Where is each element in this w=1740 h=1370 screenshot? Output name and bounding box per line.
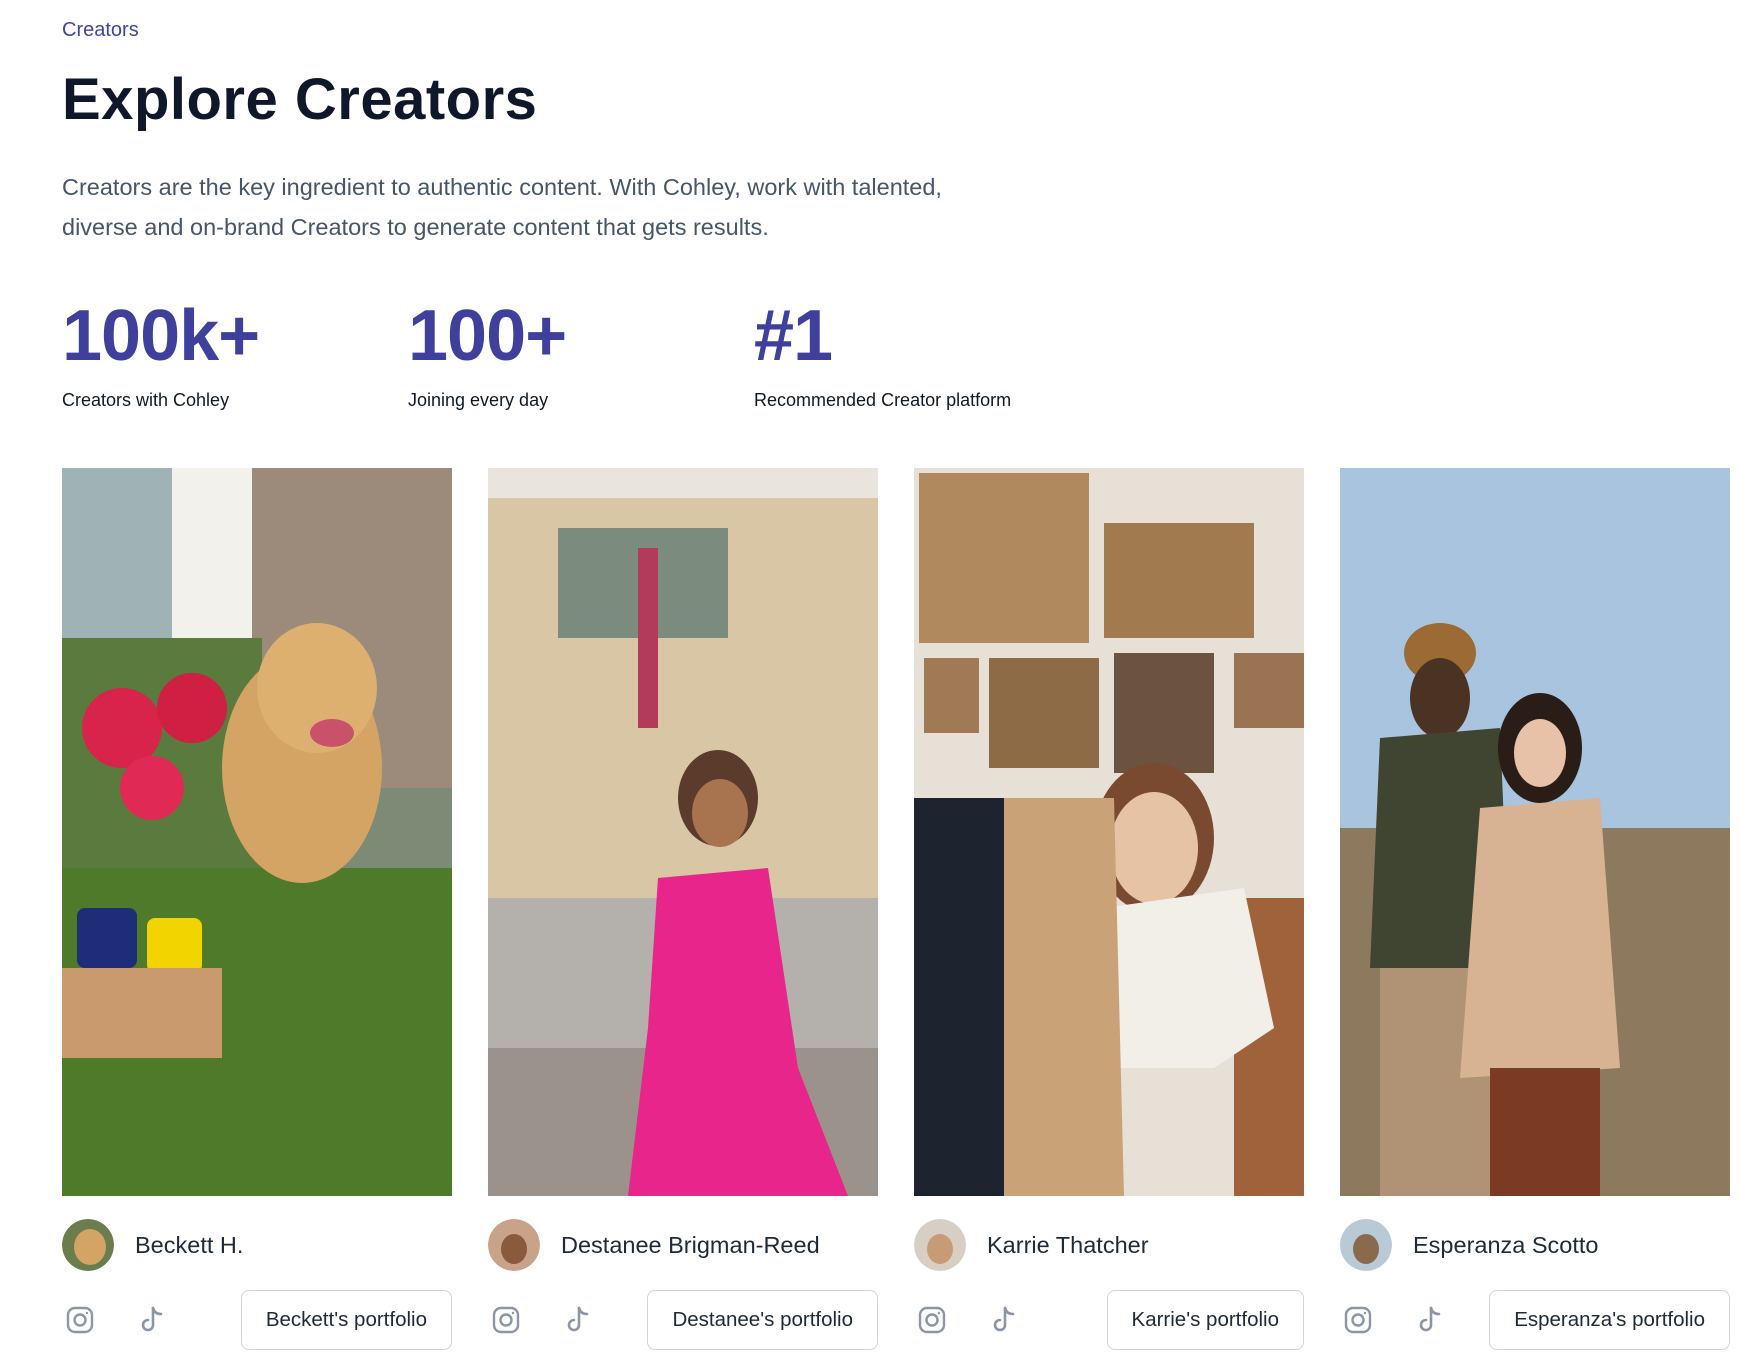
portfolio-button[interactable]: Esperanza's portfolio (1489, 1290, 1730, 1350)
portfolio-button[interactable]: Beckett's portfolio (240, 1290, 452, 1350)
breadcrumb-creators[interactable]: Creators (62, 19, 139, 42)
creator-actions: Destanee's portfolio (488, 1290, 878, 1350)
stat-value: 100+ (408, 296, 567, 376)
couple-field-photo[interactable] (1340, 468, 1730, 1196)
avatar[interactable] (488, 1219, 540, 1271)
instagram-icon[interactable] (914, 1302, 950, 1338)
woman-amazon-box-photo[interactable] (914, 468, 1304, 1196)
stats-row: 100k+ Creators with Cohley 100+ Joining … (62, 296, 1162, 416)
creator-card: Destanee Brigman-Reed Destanee's portfol… (488, 468, 878, 1350)
avatar[interactable] (914, 1219, 966, 1271)
creator-info: Beckett H. (62, 1218, 482, 1272)
creator-actions: Karrie's portfolio (914, 1290, 1304, 1350)
instagram-icon[interactable] (1340, 1302, 1376, 1338)
page-description: Creators are the key ingredient to authe… (62, 167, 1072, 247)
description-line-1: Creators are the key ingredient to authe… (62, 174, 942, 200)
stat-label: Creators with Cohley (62, 390, 230, 410)
woman-pink-jumpsuit-photo[interactable] (488, 468, 878, 1196)
creator-name: Destanee Brigman-Reed (561, 1231, 820, 1258)
creator-cards: Beckett H. Beckett's portfolio Destanee … (62, 468, 1732, 1350)
tiktok-icon[interactable] (1412, 1302, 1448, 1338)
portfolio-button[interactable]: Destanee's portfolio (647, 1290, 878, 1350)
avatar[interactable] (62, 1219, 114, 1271)
page-title: Explore Creators (62, 67, 538, 132)
creator-info: Destanee Brigman-Reed (488, 1218, 908, 1272)
tiktok-icon[interactable] (134, 1302, 170, 1338)
avatar[interactable] (1340, 1219, 1392, 1271)
stat-label: Recommended Creator platform (754, 390, 1012, 410)
tiktok-icon[interactable] (560, 1302, 596, 1338)
golden-retriever-photo[interactable] (62, 468, 452, 1196)
tiktok-icon[interactable] (986, 1302, 1022, 1338)
creator-actions: Beckett's portfolio (62, 1290, 452, 1350)
stat-creators: 100k+ Creators with Cohley (62, 296, 260, 411)
stat-label: Joining every day (408, 390, 549, 410)
creator-card: Karrie Thatcher Karrie's portfolio (914, 468, 1304, 1350)
creator-actions: Esperanza's portfolio (1340, 1290, 1730, 1350)
instagram-icon[interactable] (488, 1302, 524, 1338)
stat-ranking: #1 Recommended Creator platform (754, 296, 1011, 411)
stat-joining: 100+ Joining every day (408, 296, 567, 411)
stat-value: #1 (754, 296, 833, 376)
instagram-icon[interactable] (62, 1302, 98, 1338)
creator-card: Esperanza Scotto Esperanza's portfolio (1340, 468, 1730, 1350)
creator-info: Karrie Thatcher (914, 1218, 1334, 1272)
portfolio-button[interactable]: Karrie's portfolio (1106, 1290, 1304, 1350)
creator-name: Beckett H. (135, 1231, 244, 1258)
creator-name: Esperanza Scotto (1413, 1231, 1599, 1258)
creator-name: Karrie Thatcher (987, 1231, 1149, 1258)
description-line-2: diverse and on-brand Creators to generat… (62, 214, 769, 240)
creator-info: Esperanza Scotto (1340, 1218, 1740, 1272)
stat-value: 100k+ (62, 296, 260, 376)
creator-card: Beckett H. Beckett's portfolio (62, 468, 452, 1350)
